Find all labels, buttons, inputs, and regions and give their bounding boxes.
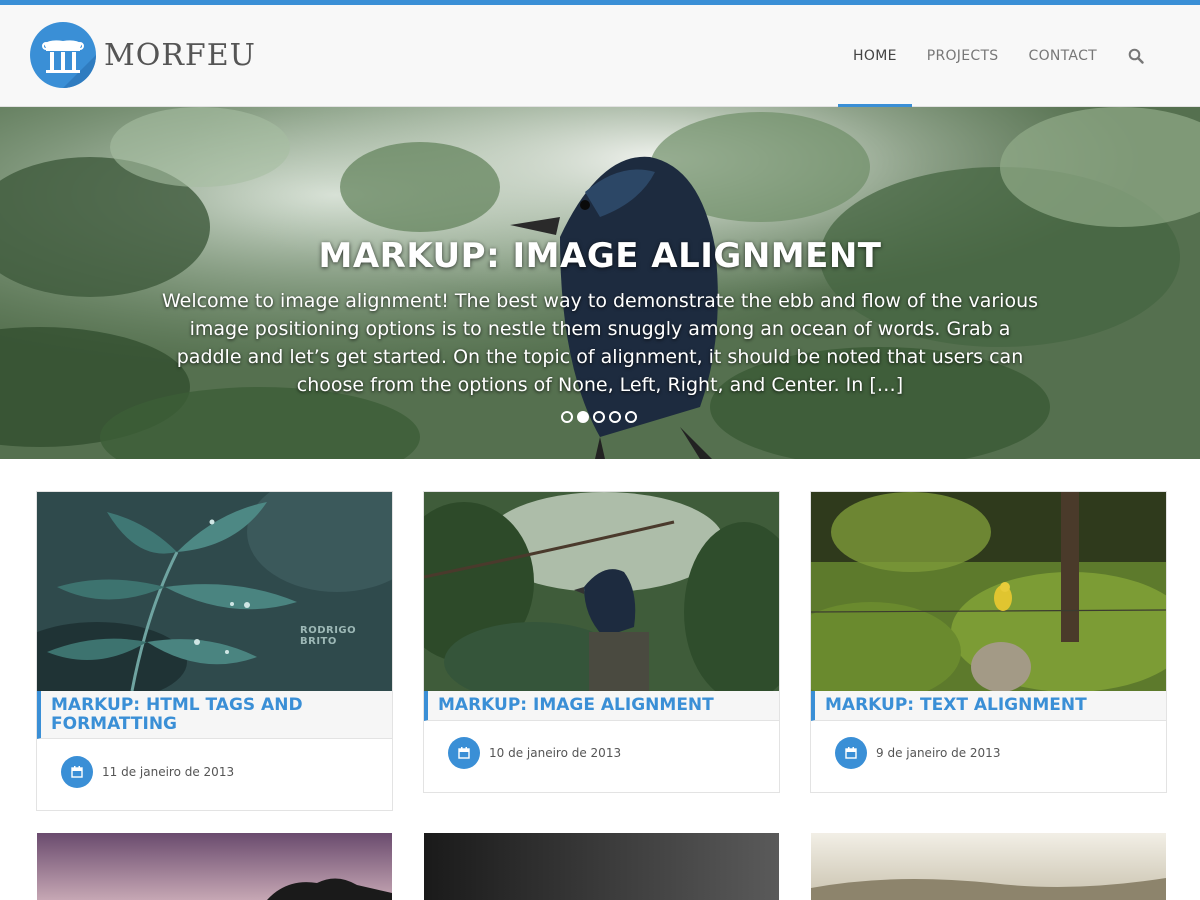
slider-dots	[561, 411, 637, 423]
search-button[interactable]	[1112, 5, 1160, 107]
main-nav: HOME PROJECTS CONTACT	[838, 5, 1160, 108]
site-logo[interactable]: MORFEU	[30, 22, 256, 88]
slider-dot-2[interactable]	[577, 411, 589, 423]
post-date-row: 11 de janeiro de 2013	[61, 756, 234, 788]
site-title: MORFEU	[104, 37, 256, 73]
post-title[interactable]: MARKUP: IMAGE ALIGNMENT	[424, 691, 779, 721]
post-date: 10 de janeiro de 2013	[489, 746, 622, 760]
post-card[interactable]: MARKUP: IMAGE ALIGNMENT 10 de janeiro de…	[423, 491, 780, 793]
post-thumbnail[interactable]: RODRIGO BRITO	[37, 492, 392, 691]
post-card[interactable]: RODRIGO BRITO MARKUP: HTML TAGS AND FORM…	[36, 491, 393, 811]
hero-slider[interactable]: MARKUP: IMAGE ALIGNMENT Welcome to image…	[0, 107, 1200, 459]
post-thumbnail[interactable]	[811, 492, 1166, 691]
post-date-row: 9 de janeiro de 2013	[835, 737, 1000, 769]
search-icon	[1128, 48, 1144, 64]
calendar-icon	[61, 756, 93, 788]
post-title[interactable]: MARKUP: HTML TAGS AND FORMATTING	[37, 691, 392, 739]
slider-dot-3[interactable]	[593, 411, 605, 423]
hero-excerpt: Welcome to image alignment! The best way…	[161, 290, 1039, 396]
slider-dot-4[interactable]	[609, 411, 621, 423]
post-date: 9 de janeiro de 2013	[876, 746, 1001, 760]
post-title[interactable]: MARKUP: TEXT ALIGNMENT	[811, 691, 1166, 721]
post-date: 11 de janeiro de 2013	[102, 765, 235, 779]
post-date-row: 10 de janeiro de 2013	[448, 737, 621, 769]
hero-bird-image	[0, 107, 1200, 459]
hero-title[interactable]: MARKUP: IMAGE ALIGNMENT	[0, 236, 1200, 276]
photo-watermark: RODRIGO BRITO	[300, 625, 357, 647]
post-thumbnail[interactable]	[424, 833, 779, 900]
slider-dot-1[interactable]	[561, 411, 573, 423]
nav-item-home[interactable]: HOME	[838, 5, 912, 108]
calendar-icon	[448, 737, 480, 769]
calendar-icon	[835, 737, 867, 769]
pillar-logo-icon	[30, 22, 96, 88]
post-thumbnail[interactable]	[37, 833, 392, 900]
nav-item-contact[interactable]: CONTACT	[1014, 5, 1113, 107]
nav-item-projects[interactable]: PROJECTS	[912, 5, 1014, 107]
site-header: MORFEU HOME PROJECTS CONTACT	[0, 5, 1200, 108]
post-card[interactable]: MARKUP: TEXT ALIGNMENT 9 de janeiro de 2…	[810, 491, 1167, 793]
slider-dot-5[interactable]	[625, 411, 637, 423]
post-thumbnail[interactable]	[424, 492, 779, 691]
post-thumbnail[interactable]	[811, 833, 1166, 900]
